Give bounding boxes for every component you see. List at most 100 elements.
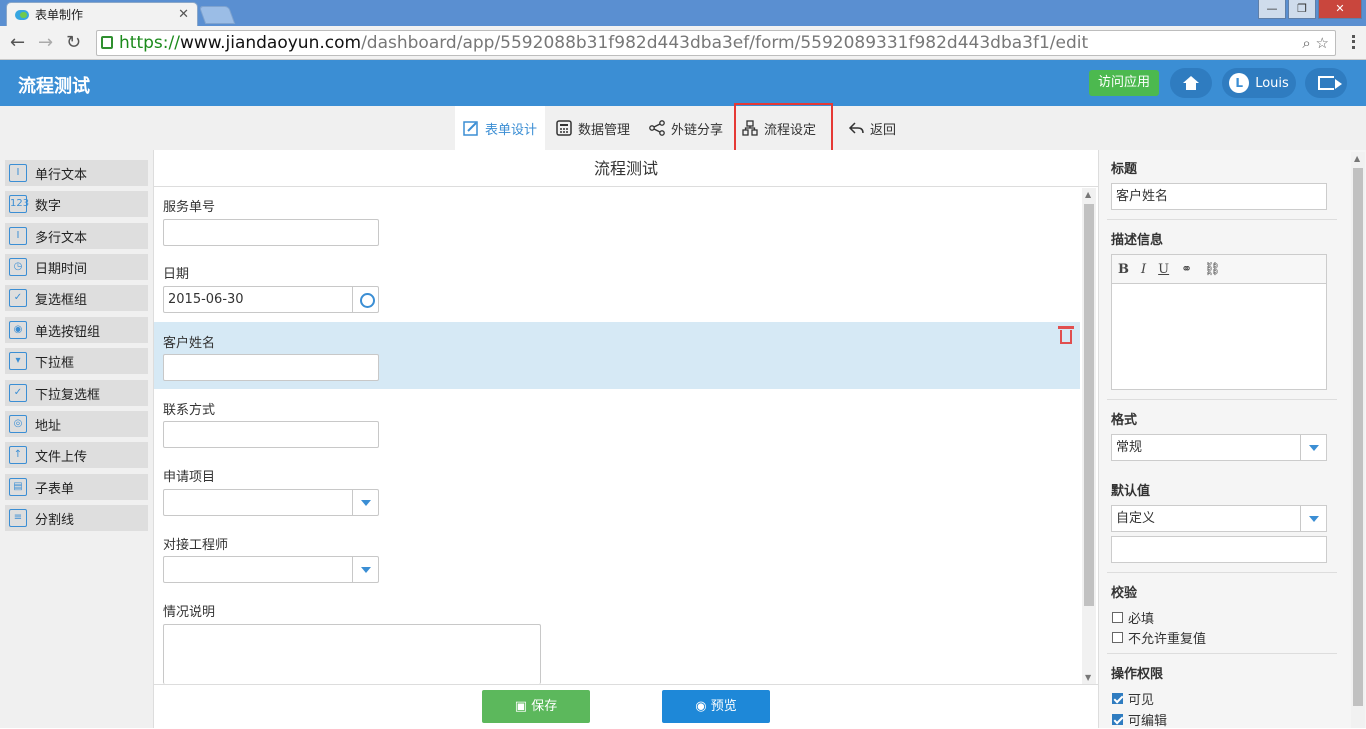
canvas-scrollbar[interactable]: ▲ ▼: [1082, 188, 1096, 684]
file-upload-icon: ↑: [9, 446, 27, 464]
palette-item-checkbox-group[interactable]: ✓ 复选框组: [5, 285, 148, 311]
divider-line-icon: ≡: [9, 509, 27, 527]
palette-item-label: 子表单: [35, 481, 75, 497]
field-label-service-no: 服务单号: [163, 200, 216, 215]
palette-item-label: 文件上传: [35, 449, 88, 465]
home-icon: [1183, 76, 1199, 90]
tab-data-management[interactable]: 数据管理: [556, 106, 630, 150]
checkbox-checked[interactable]: [1112, 693, 1123, 704]
bold-icon[interactable]: B: [1118, 257, 1129, 282]
browser-tab[interactable]: 表单制作 ✕: [6, 2, 198, 26]
checkbox-checked[interactable]: [1112, 714, 1123, 725]
panel-scrollbar[interactable]: ▲: [1351, 152, 1365, 728]
palette-item-dropdown[interactable]: ▾ 下拉框: [5, 348, 148, 374]
prop-title-input[interactable]: 客户姓名: [1111, 183, 1327, 210]
tab-label: 外链分享: [671, 122, 724, 138]
scroll-up-icon[interactable]: ▲: [1085, 190, 1091, 199]
calendar-icon[interactable]: [352, 287, 378, 312]
italic-icon[interactable]: I: [1141, 257, 1146, 282]
scroll-thumb[interactable]: [1353, 168, 1363, 706]
date-input[interactable]: 2015-06-30: [163, 286, 379, 313]
format-select[interactable]: 常规: [1111, 434, 1327, 461]
back-icon[interactable]: ←: [10, 33, 25, 53]
datetime-icon: ◷: [9, 258, 27, 276]
chevron-down-icon[interactable]: [1300, 435, 1326, 460]
forward-icon[interactable]: →: [38, 33, 53, 53]
visit-app-button[interactable]: 访问应用: [1089, 70, 1159, 96]
tab-external-share[interactable]: 外链分享: [649, 106, 723, 150]
checkbox[interactable]: [1112, 612, 1123, 623]
palette-item-multi-line-text[interactable]: I 多行文本: [5, 223, 148, 249]
tab-title: 表单制作: [35, 8, 84, 22]
visible-checkbox[interactable]: 可见: [1112, 689, 1154, 708]
palette-item-datetime[interactable]: ◷ 日期时间: [5, 254, 148, 280]
prop-default-label: 默认值: [1111, 484, 1151, 499]
editable-checkbox[interactable]: 可编辑: [1112, 710, 1167, 729]
checkbox[interactable]: [1112, 632, 1123, 643]
field-label-apply-item: 申请项目: [163, 470, 216, 485]
service-no-input[interactable]: [163, 219, 379, 246]
home-button[interactable]: [1170, 68, 1212, 98]
required-checkbox[interactable]: 必填: [1112, 608, 1154, 627]
default-custom-input[interactable]: [1111, 536, 1327, 563]
divider: [1107, 572, 1337, 573]
save-icon: ▣: [514, 699, 528, 714]
logout-button[interactable]: [1305, 68, 1347, 98]
reload-icon[interactable]: ↻: [66, 33, 81, 53]
browser-menu-icon[interactable]: [1352, 35, 1356, 49]
trash-icon[interactable]: [1058, 326, 1074, 344]
tab-back[interactable]: 返回: [848, 106, 896, 150]
unlink-icon[interactable]: ⛓: [1204, 257, 1221, 282]
palette-item-divider-line[interactable]: ≡ 分割线: [5, 505, 148, 531]
contact-input[interactable]: [163, 421, 379, 448]
palette-item-file-upload[interactable]: ↑ 文件上传: [5, 442, 148, 468]
chevron-down-icon[interactable]: [352, 490, 378, 515]
palette-item-multi-dropdown[interactable]: ✓ 下拉复选框: [5, 380, 148, 406]
url-input[interactable]: https://www.jiandaoyun.com/dashboard/app…: [96, 30, 1336, 56]
no-duplicate-checkbox[interactable]: 不允许重复值: [1112, 628, 1206, 647]
tab-label: 数据管理: [578, 122, 631, 138]
maximize-button[interactable]: ❐: [1288, 0, 1316, 19]
palette-item-number[interactable]: 123 数字: [5, 191, 148, 217]
link-icon[interactable]: ⚭: [1181, 257, 1192, 282]
bookmark-star-icon[interactable]: ☆: [1316, 34, 1329, 52]
description-textarea[interactable]: [163, 624, 541, 684]
avatar: L: [1229, 73, 1250, 93]
save-label: 保存: [531, 699, 558, 714]
tab-close-icon[interactable]: ✕: [178, 7, 189, 22]
divider: [1107, 399, 1337, 400]
palette-item-label: 数字: [35, 198, 62, 214]
save-button[interactable]: ▣ 保存: [482, 690, 590, 723]
close-window-button[interactable]: ✕: [1318, 0, 1362, 19]
palette-item-address[interactable]: ◎ 地址: [5, 411, 148, 437]
new-tab-button[interactable]: [198, 6, 236, 24]
no-dup-label: 不允许重复值: [1128, 632, 1207, 647]
scroll-thumb[interactable]: [1084, 204, 1094, 606]
user-menu[interactable]: L Louis: [1222, 68, 1296, 98]
palette-item-label: 单行文本: [35, 167, 88, 183]
chevron-down-icon[interactable]: [352, 557, 378, 582]
preview-button[interactable]: ◉ 预览: [662, 690, 770, 723]
rich-text-editor[interactable]: B I U ⚭ ⛓: [1111, 254, 1327, 390]
palette-item-subform[interactable]: ▤ 子表单: [5, 474, 148, 500]
palette-item-single-line-text[interactable]: I 单行文本: [5, 160, 148, 186]
dropdown-icon: ▾: [9, 352, 27, 370]
customer-name-input[interactable]: [163, 354, 379, 381]
scroll-down-icon[interactable]: ▼: [1085, 673, 1091, 682]
chevron-down-icon[interactable]: [1300, 506, 1326, 531]
zoom-icon[interactable]: ⌕: [1302, 34, 1310, 52]
address-toolbar: ← → ↻ https://www.jiandaoyun.com/dashboa…: [0, 26, 1366, 60]
tab-form-design[interactable]: 表单设计: [455, 106, 546, 150]
scroll-up-icon[interactable]: ▲: [1354, 154, 1360, 163]
minimize-button[interactable]: —: [1258, 0, 1286, 19]
underline-icon[interactable]: U: [1158, 257, 1169, 282]
palette-item-radio-group[interactable]: ◉ 单选按钮组: [5, 317, 148, 343]
apply-item-select[interactable]: [163, 489, 379, 516]
window-controls: — ❐ ✕: [1258, 0, 1362, 19]
jiandaoyun-favicon-icon: [15, 9, 29, 20]
edit-icon: [463, 121, 478, 136]
engineer-select[interactable]: [163, 556, 379, 583]
default-value-select[interactable]: 自定义: [1111, 505, 1327, 532]
number-icon: 123: [9, 195, 29, 213]
url-icons: ⌕ ☆: [1302, 31, 1329, 55]
